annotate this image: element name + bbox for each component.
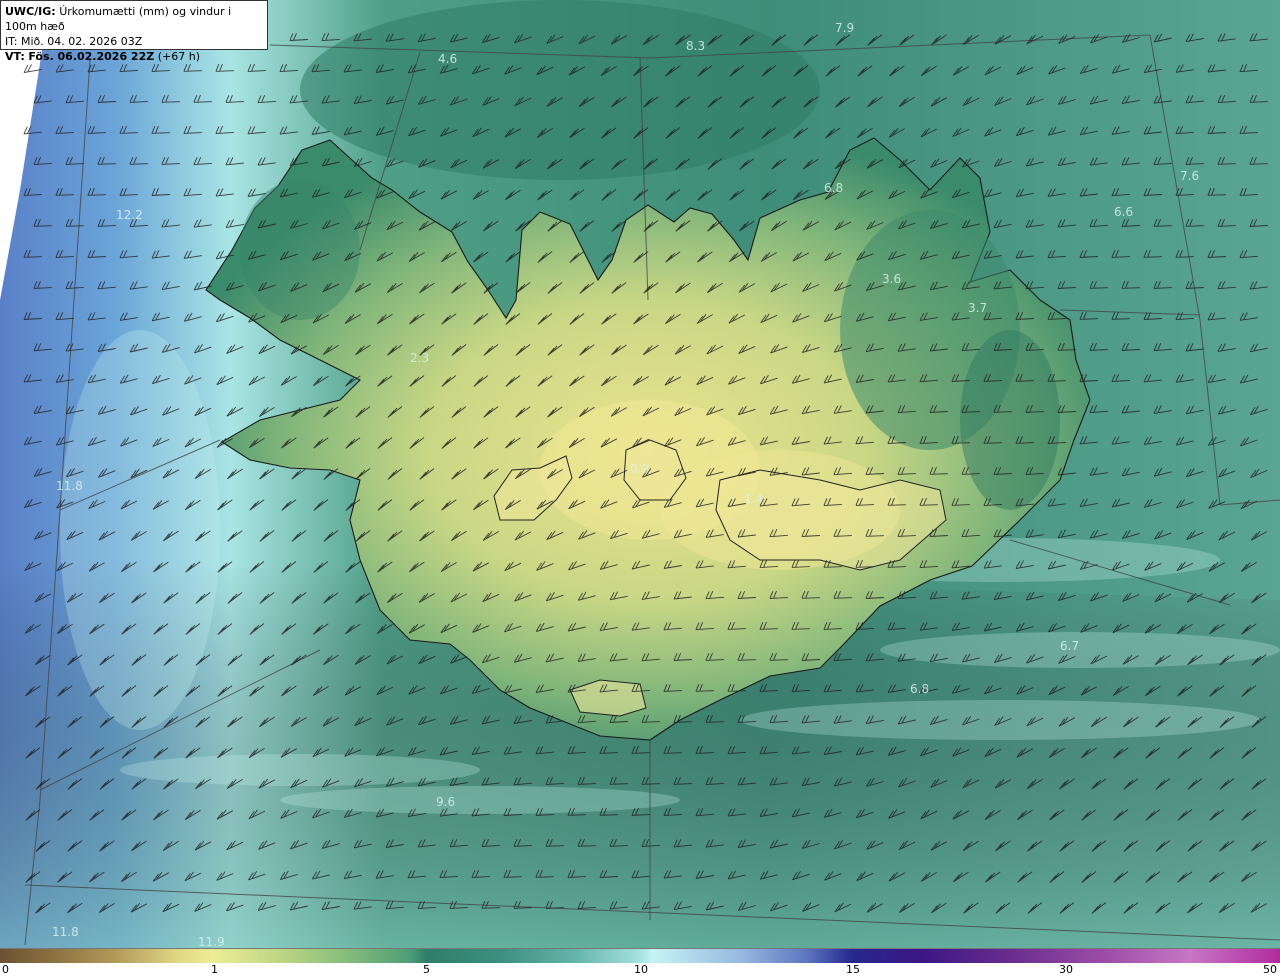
value-label: 12.2 [116, 208, 143, 222]
colorbar-strip [0, 948, 1280, 963]
value-label: 6.8 [910, 682, 929, 696]
colorbar-tick: 50 [1263, 963, 1277, 976]
map-info-box: UWC/IG: Úrkomumætti (mm) og vindur i 100… [0, 0, 268, 63]
valid-label: VT: [5, 50, 25, 63]
value-label: 6.8 [824, 181, 843, 195]
value-label: 3.7 [968, 301, 987, 315]
value-label: 11.8 [52, 925, 79, 939]
value-label: 4.6 [438, 52, 457, 66]
value-label: 8.3 [686, 39, 705, 53]
map-canvas: 7.9 8.3 4.6 12.2 7.6 6.6 6.8 3.6 3.7 2.3… [0, 0, 1280, 948]
colorbar-tick: 10 [634, 963, 648, 976]
value-label: 1.4 [744, 492, 763, 506]
colorbar: 0 1 5 10 15 30 50 [0, 948, 1280, 978]
value-label: 0.9 [630, 462, 649, 476]
north-plume [300, 0, 820, 180]
colorbar-tick: 1 [211, 963, 218, 976]
value-label: 11.8 [56, 479, 83, 493]
value-label: 6.6 [1114, 205, 1133, 219]
valid-line: VT: Fös. 06.02.2026 22Z (+67 h) [5, 49, 263, 64]
value-label: 11.9 [198, 935, 225, 948]
value-label: 3.6 [882, 272, 901, 286]
forecast-map: 7.9 8.3 4.6 12.2 7.6 6.6 6.8 3.6 3.7 2.3… [0, 0, 1280, 948]
value-label: 7.6 [1180, 169, 1199, 183]
lead-time: (+67 h) [157, 50, 200, 63]
title-line: UWC/IG: Úrkomumætti (mm) og vindur i 100… [5, 4, 263, 34]
colorbar-tick: 30 [1059, 963, 1073, 976]
model-name: UWC/IG: [5, 5, 56, 18]
colorbar-tick: 15 [846, 963, 860, 976]
value-label: 7.9 [835, 21, 854, 35]
init-time: IT: Mið. 04. 02. 2026 03Z [5, 35, 143, 48]
value-label: 6.7 [1060, 639, 1079, 653]
valid-time: Fös. 06.02.2026 22Z [28, 50, 155, 63]
colorbar-tick: 0 [2, 963, 9, 976]
value-label: 9.6 [436, 795, 455, 809]
value-label: 2.3 [410, 351, 429, 365]
colorbar-tick: 5 [423, 963, 430, 976]
